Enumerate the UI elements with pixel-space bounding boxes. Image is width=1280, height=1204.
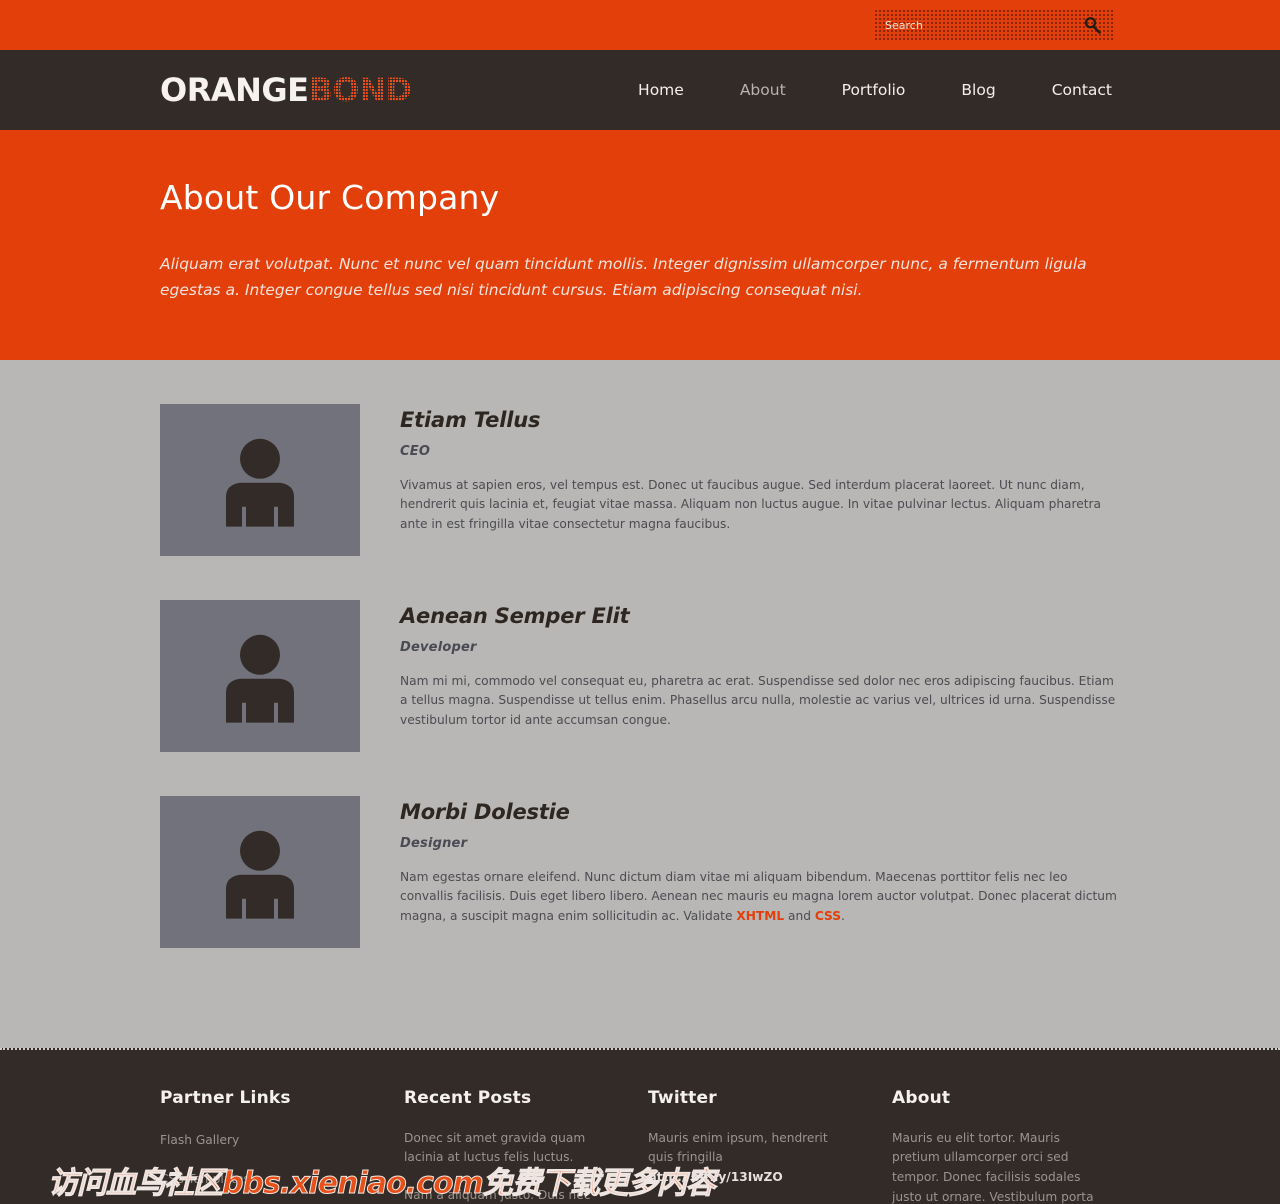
team-member-row: Aenean Semper Elit Developer Nam mi mi, … <box>160 599 1122 752</box>
team-member-row: Etiam Tellus CEO Vivamus at sapien eros,… <box>160 403 1122 556</box>
partner-link-flash-gallery[interactable]: Flash Gallery <box>160 1133 239 1147</box>
tweet-text: Mauris enim ipsum, hendrerit quis fringi… <box>648 1130 828 1165</box>
partner-link-css-templates[interactable]: CSS Templates <box>160 1172 250 1186</box>
footer-columns: Partner Links Flash Gallery CSS Template… <box>160 1088 1280 1204</box>
member-photo[interactable] <box>160 599 360 752</box>
bio-text-after: . <box>841 909 845 924</box>
xhtml-validate-link[interactable]: XHTML <box>736 909 784 923</box>
member-info: Morbi Dolestie Designer Nam egestas orna… <box>400 796 1122 948</box>
footer-col-partner-links: Partner Links Flash Gallery CSS Template… <box>160 1088 404 1204</box>
member-bio: Nam mi mi, commodo vel consequat eu, pha… <box>400 673 1116 728</box>
css-validate-link[interactable]: CSS <box>815 909 841 923</box>
person-silhouette-icon <box>226 634 294 723</box>
about-text: Mauris eu elit tortor. Mauris pretium ul… <box>892 1130 1094 1204</box>
page-root: ORANGEBOND Home About Portfolio Blog Con… <box>0 0 1280 1204</box>
footer-col-recent-posts: Recent Posts Donec sit amet gravida quam… <box>404 1088 648 1204</box>
person-silhouette-icon <box>226 830 294 919</box>
team-list: Etiam Tellus CEO Vivamus at sapien eros,… <box>0 359 1280 1048</box>
site-footer: Partner Links Flash Gallery CSS Template… <box>0 1047 1280 1204</box>
nav-item-portfolio[interactable]: Portfolio <box>814 81 934 99</box>
bio-text-mid: and <box>784 909 815 924</box>
member-name: Morbi Dolestie <box>400 799 570 824</box>
partner-links-list: Flash Gallery CSS Templates Web Design P… <box>160 1129 404 1204</box>
page-title: About Our Company <box>160 178 500 217</box>
hero-section: About Our Company Aliquam erat volutpat.… <box>0 130 1280 360</box>
footer-heading-twitter: Twitter <box>648 1087 717 1108</box>
logo-part-orange: ORANGE <box>160 71 309 109</box>
footer-heading-recent: Recent Posts <box>404 1087 532 1108</box>
footer-col-about: About Mauris eu elit tortor. Mauris pret… <box>892 1088 1136 1204</box>
list-item: CSS Templates <box>160 1168 404 1187</box>
nav-item-about[interactable]: About <box>712 81 814 99</box>
person-silhouette-icon <box>226 438 294 527</box>
recent-post-item[interactable]: Nam a aliquam justo. Duis nec dui quis e… <box>404 1186 609 1204</box>
footer-col-twitter: Twitter Mauris enim ipsum, hendrerit qui… <box>648 1088 892 1204</box>
tweet-link[interactable]: http://bit.ly/13IwZO <box>648 1170 783 1184</box>
hero-intro-text: Aliquam erat volutpat. Nunc et nunc vel … <box>160 255 1087 300</box>
member-bio: Nam egestas ornare eleifend. Nunc dictum… <box>400 868 1122 927</box>
footer-heading-about: About <box>892 1087 951 1108</box>
member-role: Designer <box>400 835 468 851</box>
member-bio: Vivamus at sapien eros, vel tempus est. … <box>400 477 1102 532</box>
search-input[interactable] <box>875 11 1065 39</box>
site-header: ORANGEBOND Home About Portfolio Blog Con… <box>0 50 1280 130</box>
site-logo[interactable]: ORANGEBOND <box>160 71 412 109</box>
member-info: Etiam Tellus CEO Vivamus at sapien eros,… <box>400 404 1122 556</box>
main-nav: Home About Portfolio Blog Contact <box>610 81 1140 99</box>
footer-heading-partner: Partner Links <box>160 1087 291 1108</box>
search-box[interactable] <box>875 10 1115 40</box>
recent-post-item[interactable]: Donec sit amet gravida quam lacinia at l… <box>404 1129 609 1169</box>
search-icon[interactable] <box>1083 16 1101 34</box>
tweet-item: Mauris enim ipsum, hendrerit quis fringi… <box>648 1129 853 1188</box>
list-item: Flash Gallery <box>160 1129 404 1148</box>
member-photo[interactable] <box>160 795 360 948</box>
member-name: Etiam Tellus <box>400 407 541 432</box>
logo-part-bond: BOND <box>308 71 412 109</box>
nav-item-home[interactable]: Home <box>610 81 712 99</box>
member-photo[interactable] <box>160 403 360 556</box>
nav-item-blog[interactable]: Blog <box>933 81 1023 99</box>
team-member-row: Morbi Dolestie Designer Nam egestas orna… <box>160 795 1122 948</box>
member-role: Developer <box>400 639 477 655</box>
member-name: Aenean Semper Elit <box>400 603 630 628</box>
member-role: CEO <box>400 443 431 459</box>
nav-item-contact[interactable]: Contact <box>1024 81 1140 99</box>
top-search-bar <box>0 0 1280 50</box>
member-info: Aenean Semper Elit Developer Nam mi mi, … <box>400 600 1122 752</box>
